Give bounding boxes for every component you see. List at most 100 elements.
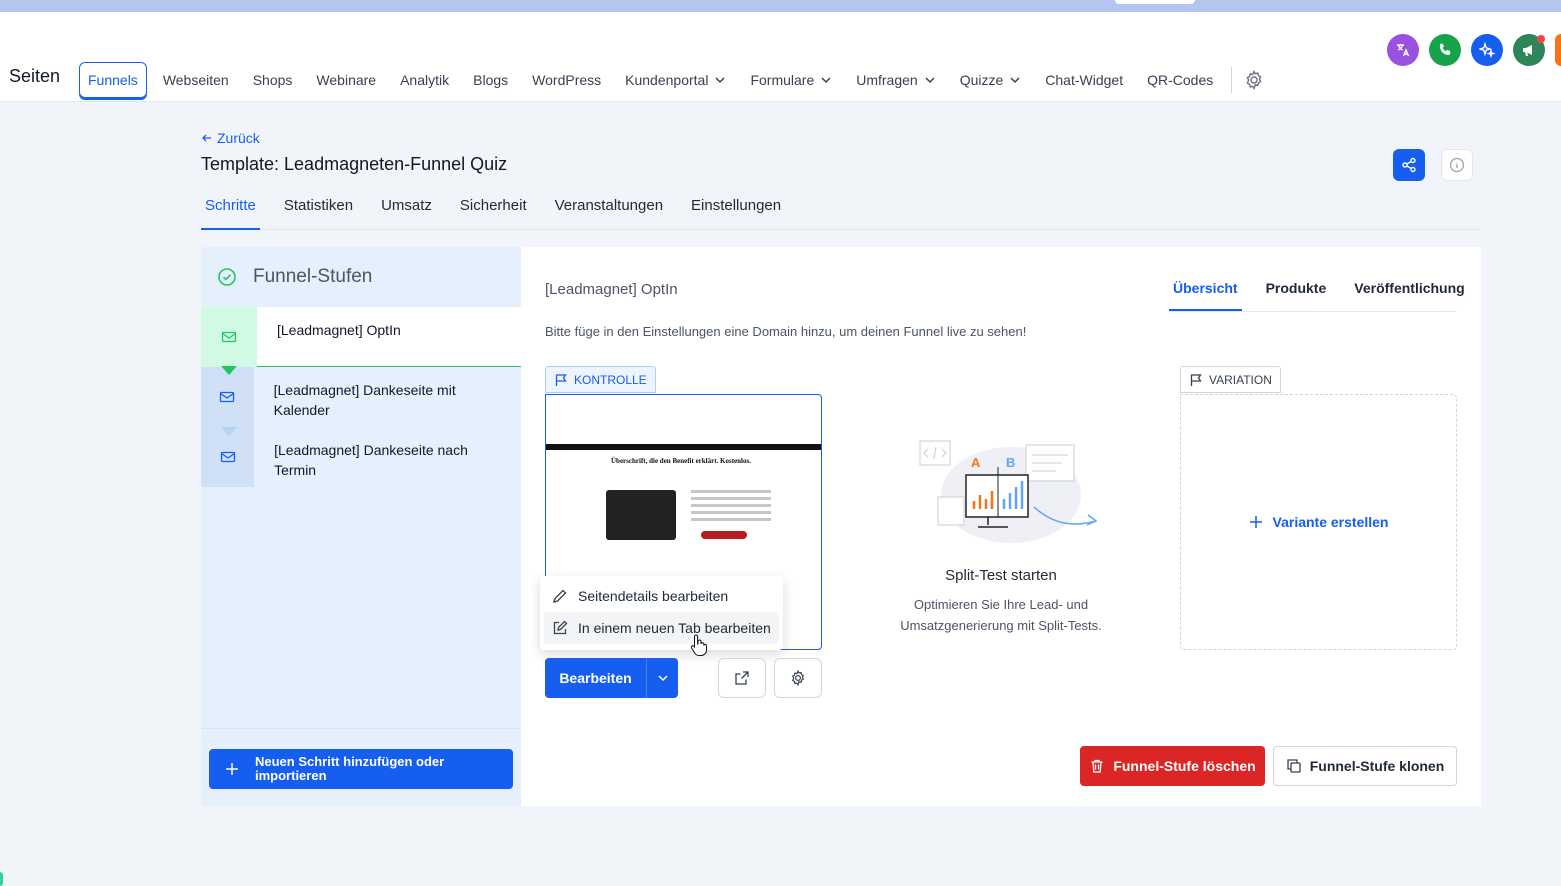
- mail-icon: [221, 331, 237, 343]
- tab-schritte[interactable]: Schritte: [201, 189, 260, 230]
- nav-shops[interactable]: Shops: [241, 62, 305, 98]
- funnel-step-label: [Leadmagnet] OptIn: [277, 322, 401, 338]
- funnel-step-label: [Leadmagnet] Dankeseite nach Termin: [274, 442, 468, 478]
- nav-blogs[interactable]: Blogs: [461, 62, 520, 98]
- chevron-down-icon: [1010, 77, 1020, 84]
- nav-funnels[interactable]: Funnels: [79, 62, 147, 98]
- step-tabs: Übersicht Produkte Veröffentlichung: [1169, 269, 1465, 312]
- back-link[interactable]: Zurück: [201, 130, 260, 146]
- nav-webinare[interactable]: Webinare: [304, 62, 388, 98]
- edit-square-icon: [553, 620, 568, 635]
- app-section-title: Seiten: [9, 66, 61, 86]
- nav-divider: [1231, 67, 1233, 93]
- arrow-left-icon: [202, 134, 211, 142]
- check-circle-icon: [218, 268, 236, 286]
- edit-button-group: Bearbeiten: [545, 658, 678, 698]
- tab-uebersicht[interactable]: Übersicht: [1169, 269, 1242, 311]
- sparkle-icon[interactable]: [1471, 34, 1503, 66]
- megaphone-icon[interactable]: [1513, 34, 1545, 66]
- nav-label: QR-Codes: [1147, 72, 1214, 88]
- funnel-step[interactable]: [Leadmagnet] OptIn: [201, 307, 521, 375]
- preview-headline: Überschrift, die den Benefit erklärt. Ko…: [611, 457, 751, 465]
- open-external-button[interactable]: [718, 658, 766, 698]
- preview-cta: [701, 531, 747, 539]
- preview-top-bar: [546, 444, 821, 450]
- share-button[interactable]: [1393, 149, 1425, 181]
- browser-top-strip: [0, 0, 1561, 12]
- tab-statistiken[interactable]: Statistiken: [280, 189, 357, 230]
- tab-veranstaltungen[interactable]: Veranstaltungen: [551, 189, 667, 230]
- nav-label: Analytik: [400, 72, 450, 88]
- create-variant-label: Variante erstellen: [1272, 514, 1389, 530]
- clone-step-label: Funnel-Stufe klonen: [1309, 758, 1445, 774]
- illus-label-b: B: [1006, 455, 1015, 470]
- nav-label: Funnels: [88, 72, 138, 88]
- mail-icon: [220, 451, 235, 463]
- preview-text-lines: [691, 490, 771, 525]
- translate-icon[interactable]: [1387, 34, 1419, 66]
- page-title: Template: Leadmagneten-Funnel Quiz: [201, 154, 508, 174]
- funnel-step[interactable]: [Leadmagnet] Dankeseite mit Kalender: [201, 367, 521, 436]
- nav-kundenportal[interactable]: Kundenportal: [613, 62, 738, 98]
- edit-dropdown-toggle[interactable]: [646, 658, 678, 698]
- nav-qr-codes[interactable]: QR-Codes: [1135, 62, 1225, 98]
- split-test-illustration: A B: [919, 440, 1098, 543]
- nav-webseiten[interactable]: Webseiten: [151, 62, 241, 98]
- nav-umfragen[interactable]: Umfragen: [844, 62, 947, 98]
- app-header: Seiten Funnels Webseiten Shops Webinare …: [0, 12, 1561, 102]
- menu-item-edit-new-tab[interactable]: In einem neuen Tab bearbeiten: [544, 612, 779, 644]
- nav-label: Kundenportal: [625, 72, 709, 88]
- edit-button[interactable]: Bearbeiten: [545, 658, 646, 698]
- copy-icon: [1287, 759, 1301, 773]
- avatar[interactable]: [1555, 34, 1561, 66]
- nav-formulare[interactable]: Formulare: [738, 62, 844, 98]
- nav-label: Quizze: [959, 72, 1004, 88]
- control-badge-label: KONTROLLE: [574, 372, 647, 387]
- page-settings-button[interactable]: [774, 658, 822, 698]
- nav-wordpress[interactable]: WordPress: [520, 62, 613, 98]
- nav-label: WordPress: [532, 72, 602, 88]
- tab-veroeffentlichung[interactable]: Veröffentlichung: [1350, 269, 1468, 311]
- left-edge-indicator: [0, 872, 3, 886]
- flag-icon: [555, 373, 567, 386]
- nav-analytik[interactable]: Analytik: [388, 62, 461, 98]
- clone-step-button[interactable]: Funnel-Stufe klonen: [1273, 746, 1457, 786]
- step-connector: [221, 366, 237, 375]
- funnel-steps-footer: Neuen Schritt hinzufügen oder importiere…: [201, 728, 521, 806]
- notification-dot: [1537, 35, 1545, 43]
- tab-produkte[interactable]: Produkte: [1262, 269, 1331, 311]
- menu-item-edit-details[interactable]: Seitendetails bearbeiten: [544, 580, 779, 612]
- page-tabs: Schritte Statistiken Umsatz Sicherheit V…: [201, 189, 1481, 230]
- funnel-steps-panel: Funnel-Stufen [Leadmagnet] OptIn [Leadma…: [201, 247, 521, 806]
- step-icon-box: [201, 367, 254, 427]
- menu-item-label: Seitendetails bearbeiten: [578, 588, 729, 604]
- tab-einstellungen[interactable]: Einstellungen: [687, 189, 785, 230]
- hand-cursor-icon: [690, 634, 707, 656]
- delete-step-button[interactable]: Funnel-Stufe löschen: [1080, 746, 1265, 786]
- step-icon-box: [201, 307, 257, 367]
- back-link-label: Zurück: [217, 130, 260, 146]
- nav-label: Webseiten: [162, 72, 229, 88]
- nav-chat-widget[interactable]: Chat-Widget: [1033, 62, 1135, 98]
- step-title: [Leadmagnet] OptIn: [545, 281, 678, 298]
- flag-icon: [1190, 373, 1202, 386]
- create-variant-box[interactable]: Variante erstellen: [1180, 394, 1457, 650]
- mail-icon: [220, 391, 235, 403]
- funnel-steps-header: Funnel-Stufen: [201, 247, 521, 307]
- delete-step-label: Funnel-Stufe löschen: [1113, 758, 1256, 774]
- phone-icon[interactable]: [1429, 34, 1461, 66]
- menu-item-label: In einem neuen Tab bearbeiten: [578, 620, 771, 636]
- add-step-button[interactable]: Neuen Schritt hinzufügen oder importiere…: [209, 749, 513, 789]
- nav-quizze[interactable]: Quizze: [948, 62, 1034, 98]
- gear-icon[interactable]: [1244, 70, 1264, 90]
- tab-umsatz[interactable]: Umsatz: [377, 189, 436, 230]
- nav-label: Formulare: [750, 72, 815, 88]
- chevron-down-icon: [657, 675, 668, 682]
- funnel-step[interactable]: [Leadmagnet] Dankeseite nach Termin: [201, 427, 521, 487]
- illus-label-a: A: [971, 455, 981, 470]
- share-icon: [1402, 157, 1416, 173]
- split-test-title: Split-Test starten: [945, 567, 1057, 584]
- tab-sicherheit[interactable]: Sicherheit: [456, 189, 531, 230]
- plus-icon: [1249, 516, 1262, 528]
- info-button[interactable]: [1441, 149, 1473, 181]
